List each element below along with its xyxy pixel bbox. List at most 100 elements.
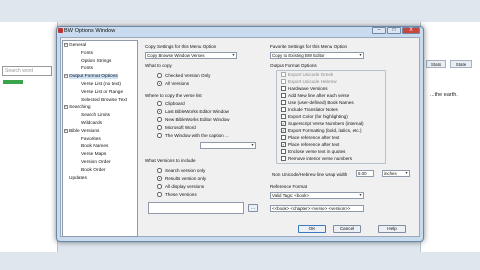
radio-label: Search version only <box>165 167 206 173</box>
option-label: Remove interior verse numbers <box>288 155 353 161</box>
radio-button[interactable] <box>157 73 162 78</box>
background-stats-button[interactable]: Stats <box>426 60 446 68</box>
tree-item[interactable]: Wildcards <box>81 121 102 126</box>
radio-button[interactable] <box>157 117 162 122</box>
option-checkbox[interactable]: ✓ <box>281 142 286 147</box>
tree-item[interactable]: Verse List (no text) <box>81 82 121 87</box>
tree-item[interactable]: Bible Versions <box>69 129 99 134</box>
versions-browse-button[interactable]: ... <box>248 204 258 212</box>
ok-button[interactable]: OK <box>298 225 326 233</box>
expander-icon[interactable]: − <box>63 105 68 110</box>
chevron-down-icon: ▼ <box>358 53 363 57</box>
option-label: Add New line after each verse <box>288 92 350 98</box>
option-label: Export Unicode Hebrew <box>288 78 337 84</box>
option-checkbox[interactable] <box>281 149 286 154</box>
window-caption-combo[interactable]: ▼ <box>200 142 256 149</box>
expander-icon[interactable]: − <box>63 74 68 79</box>
option-label: Export Color (for highlighting) <box>288 113 348 119</box>
tree-item[interactable]: Verse Maps <box>81 152 106 157</box>
radio-button[interactable] <box>157 184 162 189</box>
chevron-down-icon: ▼ <box>250 143 255 147</box>
app-icon <box>58 28 63 33</box>
radio-button[interactable] <box>157 168 162 173</box>
option-checkbox[interactable] <box>281 156 286 161</box>
where-to-copy-label: Where to copy the verse list <box>145 93 202 98</box>
option-label: Export Unicode Greek <box>288 71 334 77</box>
versions-list[interactable] <box>148 202 244 214</box>
option-checkbox[interactable] <box>281 79 286 84</box>
tree-item[interactable]: Searching <box>69 105 91 110</box>
radio-button[interactable] <box>157 125 162 130</box>
radio-label: Checked Version Only <box>165 72 211 78</box>
tree-item[interactable]: Option Strings <box>81 59 111 64</box>
option-label: Include Translator Notes <box>288 106 338 112</box>
radio-label: Microsoft Word <box>165 124 196 130</box>
tree-item[interactable]: Fonts <box>81 66 93 71</box>
tree-item[interactable]: Fonts <box>81 51 93 56</box>
tree-item[interactable]: Output Format Options <box>69 74 118 80</box>
favorite-settings-label: Favorite Settings for this Menu Option <box>270 44 348 49</box>
line-wrap-input[interactable]: 6.00 <box>356 170 374 177</box>
option-checkbox[interactable] <box>281 135 286 140</box>
option-label: Export Formatting (bold, italics, etc.) <box>288 127 362 133</box>
close-button[interactable]: X <box>402 27 420 34</box>
reference-template-input[interactable]: <<book> <chapter>:<verse> <version>> <box>270 205 364 212</box>
option-checkbox[interactable]: ✓ <box>281 128 286 133</box>
option-label: Enclose verse text in quotes <box>288 148 346 154</box>
tree-item[interactable]: Search Limits <box>81 113 110 118</box>
help-button[interactable]: Help <box>378 225 406 233</box>
unit-combo[interactable]: inches ▼ <box>382 170 410 177</box>
option-label: Hardwave Versions <box>288 85 328 91</box>
chevron-down-icon: ▼ <box>358 193 363 197</box>
tree-item[interactable]: Verse List or Range <box>81 90 123 95</box>
radio-button[interactable] <box>157 81 162 86</box>
dialog-title: BW Options Window <box>64 28 116 34</box>
option-label: Place reference after text <box>288 141 340 147</box>
cancel-button[interactable]: Cancel <box>333 225 361 233</box>
background-search-input[interactable]: Search word <box>2 66 52 76</box>
line-wrap-label: Non Unicode/Hebrew line wrap width <box>272 172 348 177</box>
radio-button[interactable] <box>157 192 162 197</box>
radio-label: All display versions <box>165 183 205 189</box>
radio-button[interactable] <box>157 101 162 106</box>
copy-settings-label: Copy Settings for this Menu Option <box>145 44 217 49</box>
favorite-settings-combo[interactable]: Copy to Existing BW Editor ▼ <box>270 52 364 59</box>
radio-button[interactable] <box>157 109 162 114</box>
tree-item[interactable]: Book Names <box>81 144 108 149</box>
which-versions-label: What Versions to include <box>145 158 196 163</box>
radio-label: These Versions <box>165 191 197 197</box>
tree-item[interactable]: Updates <box>69 176 87 181</box>
background-search-pane <box>0 22 58 252</box>
radio-button[interactable] <box>157 176 162 181</box>
option-checkbox[interactable] <box>281 93 286 98</box>
option-checkbox[interactable] <box>281 72 286 77</box>
maximize-button[interactable]: □ <box>387 27 401 34</box>
background-bible-text: ...the earth. <box>430 92 458 98</box>
radio-label: New BibleWorks Editor Window <box>165 116 230 122</box>
tree-item[interactable]: Book Order <box>81 168 106 173</box>
radio-label: Results version only <box>165 175 207 181</box>
tree-item[interactable]: Favorites <box>81 137 101 142</box>
reference-format-label: Reference Format <box>270 184 308 189</box>
tree-item[interactable]: Selected Browse Text <box>81 98 127 103</box>
expander-icon[interactable]: − <box>63 128 68 133</box>
option-label: Superscript Verse Numbers (internal) <box>288 120 364 126</box>
radio-button[interactable] <box>157 133 162 138</box>
copy-settings-combo[interactable]: Copy Browse Window Verses ▼ <box>145 52 237 59</box>
option-checkbox[interactable]: ✓ <box>281 121 286 126</box>
reference-format-combo[interactable]: Valid Tags: <book> ▼ <box>270 192 364 199</box>
radio-label: Last BibleWorks Editor Window <box>165 108 229 114</box>
what-to-copy-label: What to copy <box>145 63 172 68</box>
option-checkbox[interactable] <box>281 86 286 91</box>
option-checkbox[interactable] <box>281 114 286 119</box>
tree-item[interactable]: Version Order <box>81 160 111 165</box>
options-tree[interactable]: − General Fonts Option Strings Fonts − Output … <box>62 40 138 237</box>
expander-icon[interactable]: − <box>63 43 68 47</box>
option-checkbox[interactable] <box>281 107 286 112</box>
radio-label: The Window with the caption ... <box>165 132 229 138</box>
option-checkbox[interactable] <box>281 100 286 105</box>
minimize-button[interactable]: – <box>372 27 386 34</box>
tree-item[interactable]: General <box>69 43 86 48</box>
background-state-button[interactable]: State <box>450 60 472 68</box>
chevron-down-icon: ▼ <box>231 53 236 57</box>
